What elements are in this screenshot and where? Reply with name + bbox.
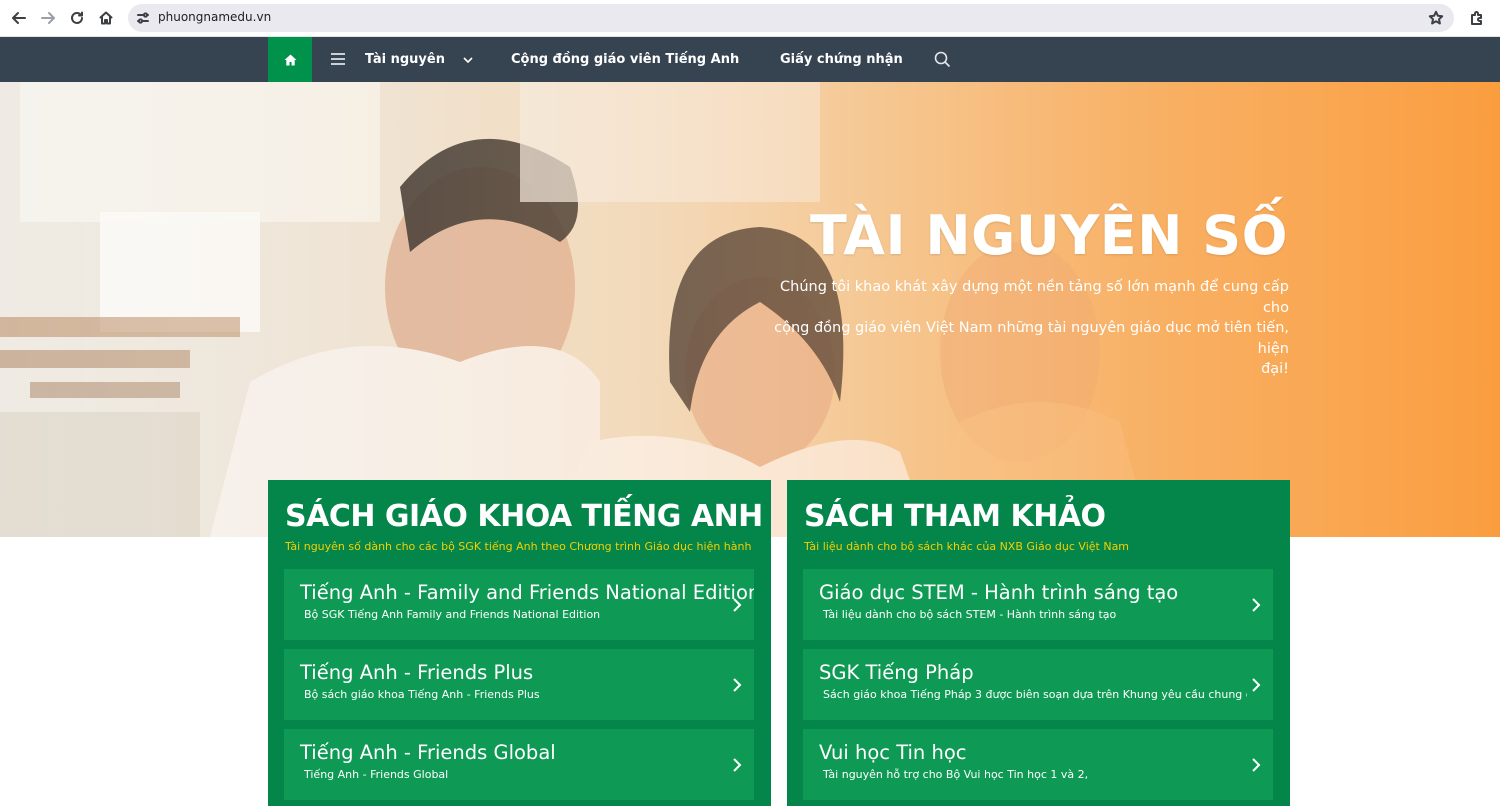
nav-item-cong-dong[interactable]: Cộng đồng giáo viên Tiếng Anh bbox=[511, 37, 739, 82]
chevron-right-icon bbox=[1252, 678, 1261, 692]
panel-subtitle: Tài liệu dành cho bộ sách khác của NXB G… bbox=[804, 540, 1130, 553]
address-bar[interactable]: phuongnamedu.vn bbox=[128, 4, 1454, 32]
card-desc: Tiếng Anh - Friends Global bbox=[304, 768, 449, 781]
chevron-right-icon bbox=[733, 758, 742, 772]
nav-item-label: Tài nguyên bbox=[365, 52, 445, 67]
card-desc: Tài liệu dành cho bộ sách STEM - Hành tr… bbox=[823, 608, 1117, 621]
home-icon[interactable] bbox=[96, 8, 116, 28]
nav-item-label: Giấy chứng nhận bbox=[780, 52, 903, 67]
nav-home-button[interactable] bbox=[268, 37, 312, 82]
card-vui-hoc-tin-hoc[interactable]: Vui học Tin học Tài nguyên hỗ trợ cho Bộ… bbox=[803, 729, 1273, 800]
back-icon[interactable] bbox=[9, 8, 29, 28]
site-settings-icon[interactable] bbox=[135, 10, 151, 26]
panel-title: SÁCH THAM KHẢO bbox=[804, 499, 1106, 534]
card-friends-plus[interactable]: Tiếng Anh - Friends Plus Bộ sách giáo kh… bbox=[284, 649, 754, 720]
chevron-right-icon bbox=[733, 598, 742, 612]
chevron-down-icon bbox=[463, 56, 473, 63]
card-friends-global[interactable]: Tiếng Anh - Friends Global Tiếng Anh - F… bbox=[284, 729, 754, 800]
nav-item-giay-chung-nhan[interactable]: Giấy chứng nhận bbox=[780, 37, 903, 82]
panel-sach-giao-khoa: SÁCH GIÁO KHOA TIẾNG ANH Tài nguyên số d… bbox=[268, 480, 771, 806]
card-title: Tiếng Anh - Friends Plus bbox=[300, 661, 534, 684]
menu-icon[interactable] bbox=[331, 53, 345, 65]
site-navbar: Tài nguyên Cộng đồng giáo viên Tiếng Anh… bbox=[0, 37, 1500, 82]
search-icon[interactable] bbox=[934, 51, 951, 73]
panel-title: SÁCH GIÁO KHOA TIẾNG ANH bbox=[285, 499, 763, 534]
card-desc: Sách giáo khoa Tiếng Pháp 3 được biên so… bbox=[823, 688, 1247, 701]
card-giao-duc-stem[interactable]: Giáo dục STEM - Hành trình sáng tạo Tài … bbox=[803, 569, 1273, 640]
card-desc: Bộ sách giáo khoa Tiếng Anh - Friends Pl… bbox=[304, 688, 540, 701]
chevron-right-icon bbox=[1252, 758, 1261, 772]
card-title: SGK Tiếng Pháp bbox=[819, 661, 974, 684]
card-title: Vui học Tin học bbox=[819, 741, 967, 764]
nav-item-label: Cộng đồng giáo viên Tiếng Anh bbox=[511, 52, 740, 67]
card-sgk-tieng-phap[interactable]: SGK Tiếng Pháp Sách giáo khoa Tiếng Pháp… bbox=[803, 649, 1273, 720]
chevron-right-icon bbox=[1252, 598, 1261, 612]
hero-subtitle: Chúng tôi khao khát xây dựng một nền tản… bbox=[774, 279, 1289, 377]
card-desc: Bộ SGK Tiếng Anh Family and Friends Nati… bbox=[304, 608, 601, 621]
extensions-icon[interactable] bbox=[1467, 8, 1487, 28]
panel-sach-tham-khao: SÁCH THAM KHẢO Tài liệu dành cho bộ sách… bbox=[787, 480, 1290, 806]
reload-icon[interactable] bbox=[67, 8, 87, 28]
nav-item-tai-nguyen[interactable]: Tài nguyên bbox=[365, 37, 473, 82]
star-icon[interactable] bbox=[1428, 10, 1444, 26]
hero-banner: TÀI NGUYÊN SỐ Chúng tôi khao khát xây dự… bbox=[0, 82, 1500, 537]
hero-title: TÀI NGUYÊN SỐ bbox=[810, 204, 1288, 267]
chevron-right-icon bbox=[733, 678, 742, 692]
card-title: Tiếng Anh - Family and Friends National … bbox=[300, 581, 754, 604]
card-title: Giáo dục STEM - Hành trình sáng tạo bbox=[819, 581, 1179, 604]
forward-icon[interactable] bbox=[38, 8, 58, 28]
panel-subtitle: Tài nguyên số dành cho các bộ SGK tiếng … bbox=[285, 540, 752, 553]
home-icon bbox=[284, 54, 296, 65]
url-text: phuongnamedu.vn bbox=[158, 10, 272, 24]
card-desc: Tài nguyên hỗ trợ cho Bộ Vui học Tin học… bbox=[823, 768, 1089, 781]
card-family-and-friends[interactable]: Tiếng Anh - Family and Friends National … bbox=[284, 569, 754, 640]
card-title: Tiếng Anh - Friends Global bbox=[300, 741, 556, 764]
browser-toolbar: phuongnamedu.vn bbox=[0, 0, 1500, 37]
